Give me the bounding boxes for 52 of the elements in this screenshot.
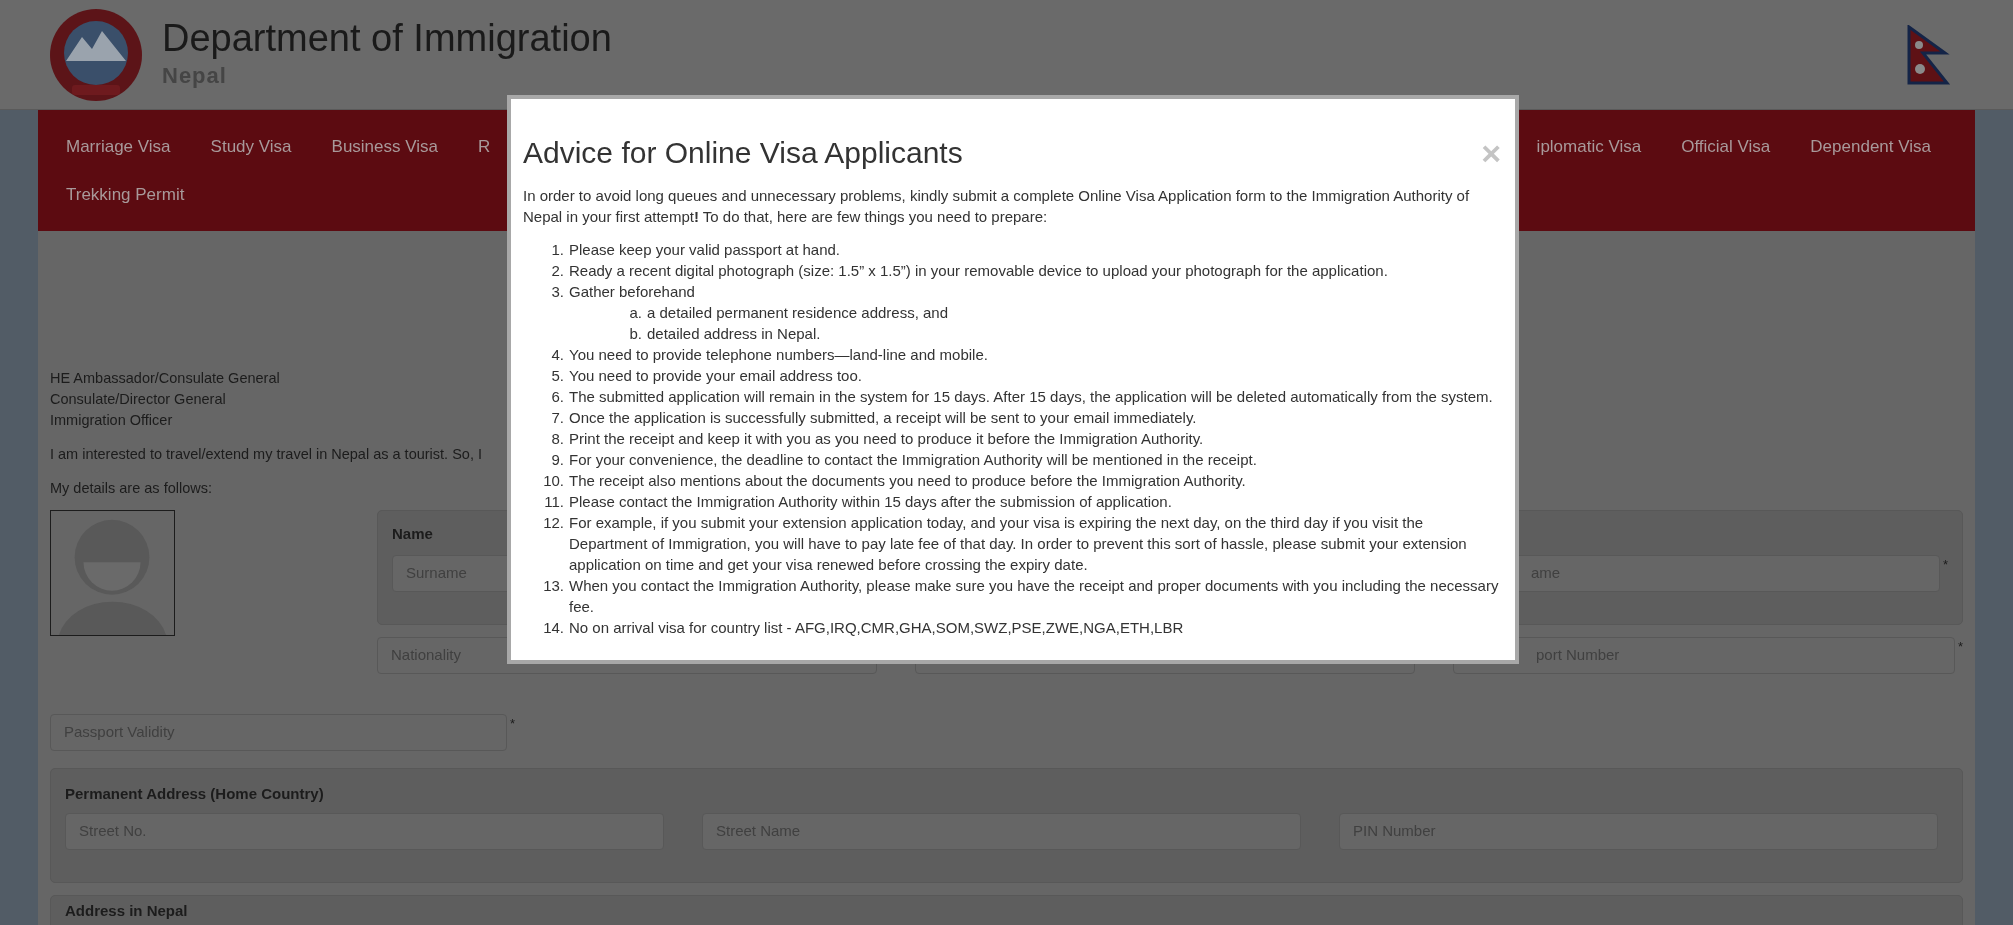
list-text: a detailed permanent residence address, and — [647, 303, 949, 323]
list-number: 10. — [542, 471, 565, 491]
list-number: 2. — [550, 261, 565, 281]
list-number: 5. — [550, 366, 565, 386]
list-text: Gather beforehand — [569, 282, 695, 302]
list-text: Please contact the Immigration Authority within 15 days after the submission of application. — [569, 492, 1172, 512]
list-number: 6. — [550, 387, 565, 407]
list-number: 11. — [543, 492, 565, 512]
list-number: 7. — [550, 408, 565, 428]
nav-link[interactable]: R — [478, 134, 491, 160]
list-number: 13. — [542, 576, 565, 596]
list-number: 12. — [542, 513, 565, 533]
list-number: 14. — [542, 618, 565, 638]
list-number: 4. — [550, 345, 565, 365]
list-number: 3. — [550, 282, 565, 302]
list-text: Once the application is successfully submitted, a receipt will be sent to your email immediately. — [569, 408, 1197, 428]
required-mark: * — [509, 714, 515, 733]
list-text: The receipt also mentions about the documents you need to produce before the Immigration Authority. — [569, 471, 1246, 491]
list-number: a. — [628, 303, 643, 323]
addressee-line: Immigration Officer — [50, 411, 173, 430]
dialog-intro: In order to avoid long queues and unnecessary problems, kindly submit a complete Online Visa Application form to the Immigration Authority of Nepal in your first attempt! To do that, here are few things you need to prepare: — [523, 186, 1471, 227]
list-text: You need to provide telephone numbers—land-line and mobile. — [569, 345, 988, 365]
nav-link[interactable]: Trekking Permit — [66, 182, 185, 208]
nav-link[interactable]: Study Visa — [210, 134, 292, 160]
list-number: 8. — [550, 429, 565, 449]
list-text: Please keep your valid passport at hand. — [569, 240, 840, 260]
addressee-line: HE Ambassador/Consulate General — [50, 369, 280, 388]
nav-link[interactable]: Business Visa — [331, 134, 438, 160]
list-number: 9. — [550, 450, 565, 470]
list-text: No on arrival visa for country list - AFG,IRQ,CMR,GHA,SOM,SWZ,PSE,ZWE,NGA,ETH,LBR — [569, 618, 1184, 638]
site-title: Department of Immigration — [162, 17, 612, 59]
panel-title: Permanent Address (Home Country) — [65, 783, 324, 804]
list-text: For your convenience, the deadline to contact the Immigration Authority will be mentioned in the receipt. — [569, 450, 1257, 470]
panel-title: Name — [392, 523, 433, 544]
panel-title: Address in Nepal — [65, 901, 188, 920]
list-number: b. — [628, 324, 643, 344]
nav-link[interactable]: Official Visa — [1681, 134, 1771, 160]
list-text: Print the receipt and keep it with you as you need to produce it before the Immigration Authority. — [569, 429, 1204, 449]
list-text: You need to provide your email address too. — [569, 366, 862, 386]
required-mark: * — [1942, 556, 1948, 574]
nav-link[interactable]: iplomatic Visa — [1536, 134, 1642, 160]
dialog-title: Advice for Online Visa Applicants — [523, 135, 963, 171]
list-number: 1. — [550, 240, 565, 260]
addressee-line: Consulate/Director General — [50, 390, 226, 409]
flag-icon — [1905, 24, 1953, 85]
list-text: Ready a recent digital photograph (size: 1.5” x 1.5”) in your removable device to upload your photograph for the application. — [569, 261, 1388, 281]
required-mark: * — [1957, 637, 1963, 656]
list-text: The submitted application will remain in the system for 15 days. After 15 days, the application will be deleted automatically from the system. — [569, 387, 1493, 407]
details-text: My details are as follows: — [50, 478, 212, 498]
nav-link[interactable]: Marriage Visa — [66, 134, 171, 160]
nav-link[interactable]: Dependent Visa — [1810, 134, 1931, 160]
list-text: detailed address in Nepal. — [647, 324, 821, 344]
